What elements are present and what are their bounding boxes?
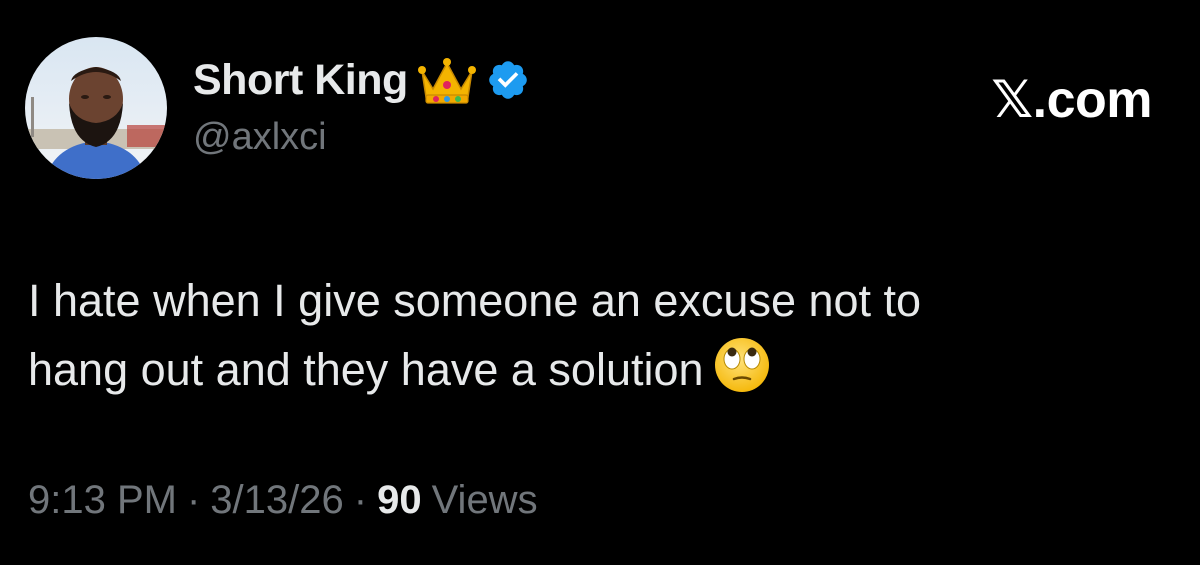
- tweet-card: Short King @axlxci 𝕏.com I hate when I g…: [0, 0, 1200, 565]
- avatar-image: [25, 37, 167, 179]
- avatar[interactable]: [25, 37, 167, 179]
- verified-badge-icon: [488, 61, 527, 99]
- face-with-rolling-eyes-icon: [714, 338, 769, 392]
- site-label: 𝕏.com: [991, 71, 1152, 129]
- views-label: Views: [431, 478, 538, 522]
- tweet-text-line-2-text: hang out and they have a solution: [28, 344, 704, 395]
- meta-separator: ·: [353, 478, 368, 522]
- tweet-time[interactable]: 9:13 PM: [28, 478, 177, 523]
- author-name[interactable]: Short King: [193, 56, 408, 105]
- tweet-date[interactable]: 3/13/26: [210, 478, 343, 523]
- tweet-meta: 9:13 PM · 3/13/26 · 90 Views: [28, 478, 538, 523]
- crown-icon: [417, 58, 476, 104]
- meta-separator: ·: [186, 478, 201, 522]
- views-count: 90: [377, 478, 422, 522]
- tweet-text: I hate when I give someone an excuse not…: [28, 266, 1168, 404]
- author-name-row: Short King: [193, 52, 530, 108]
- tweet-text-line-2: hang out and they have a solution: [28, 335, 1168, 404]
- tweet-text-line-1: I hate when I give someone an excuse not…: [28, 275, 922, 326]
- author-handle[interactable]: @axlxci: [193, 116, 327, 159]
